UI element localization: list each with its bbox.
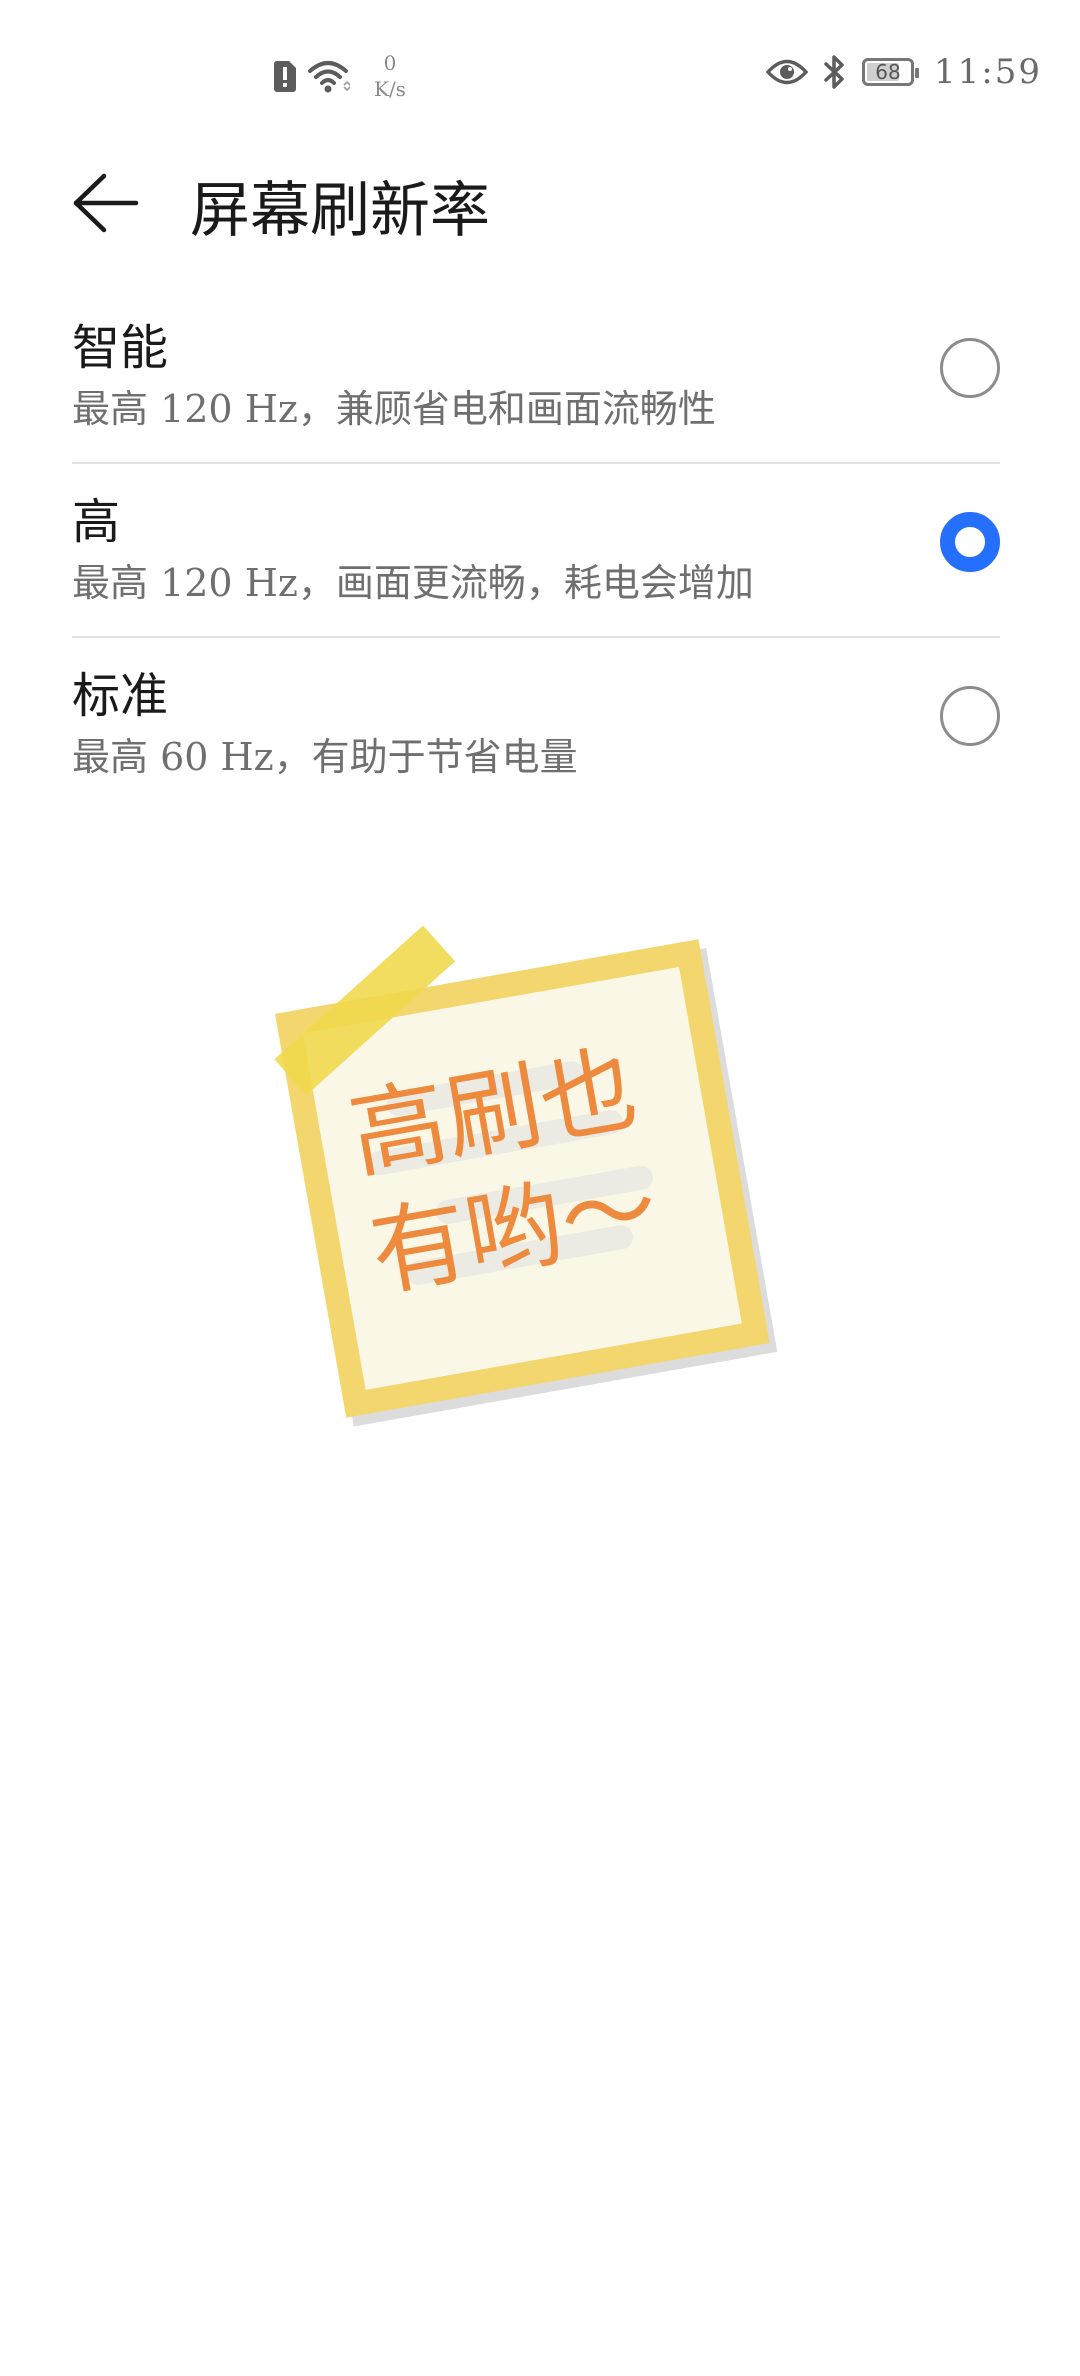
status-left: 0 K/s [272, 50, 406, 102]
refresh-rate-options: 智能 最高 120 Hz，兼顾省电和画面流畅性 高 最高 120 Hz，画面更流… [72, 290, 1000, 812]
battery-icon: 68 [862, 58, 920, 86]
option-description: 最高 60 Hz，有助于节省电量 [72, 735, 578, 779]
network-speed-unit: K/s [374, 77, 406, 101]
option-standard[interactable]: 标准 最高 60 Hz，有助于节省电量 [72, 638, 1000, 812]
arrow-left-icon [73, 173, 139, 233]
option-radio[interactable] [940, 512, 1000, 572]
network-speed: 0 K/s [374, 50, 406, 102]
sticky-note-graphic: 高刷也 有哟～ [274, 925, 778, 1427]
status-right: 68 11:59 [766, 52, 1042, 92]
back-button[interactable] [70, 168, 140, 238]
bluetooth-icon [824, 55, 844, 89]
sim-alert-icon [274, 61, 296, 92]
option-description: 最高 120 Hz，画面更流畅，耗电会增加 [72, 561, 754, 605]
option-title: 高 [72, 494, 121, 550]
sticky-note-illustration: 高刷也 有哟～ [250, 900, 810, 1440]
option-title: 标准 [72, 668, 169, 724]
status-time: 11:59 [934, 52, 1042, 92]
option-smart[interactable]: 智能 最高 120 Hz，兼顾省电和画面流畅性 [72, 290, 1000, 464]
option-high[interactable]: 高 最高 120 Hz，画面更流畅，耗电会增加 [72, 464, 1000, 638]
option-title: 智能 [72, 320, 169, 376]
refresh-rate-screen: 0 K/s 68 11:59 屏幕刷新率 智能 最高 120 Hz，兼顾省电和画… [0, 0, 1080, 2376]
eye-comfort-icon [766, 59, 809, 85]
option-description: 最高 120 Hz，兼顾省电和画面流畅性 [72, 387, 716, 431]
option-radio[interactable] [940, 338, 1000, 398]
network-speed-value: 0 [383, 51, 397, 75]
page-title: 屏幕刷新率 [190, 176, 490, 246]
app-header: 屏幕刷新率 [0, 150, 1080, 250]
option-radio[interactable] [940, 686, 1000, 746]
battery-level: 68 [875, 60, 901, 84]
wifi-icon [308, 61, 351, 93]
status-bar: 0 K/s 68 11:59 [0, 0, 1080, 150]
